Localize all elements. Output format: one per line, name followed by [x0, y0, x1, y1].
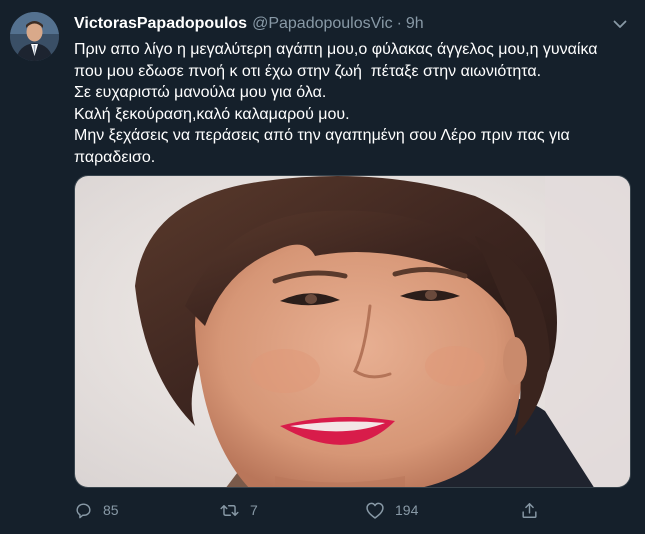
timestamp[interactable]: 9h — [406, 15, 424, 33]
retweet-icon — [220, 504, 239, 516]
tweet-text-line: Μην ξεχάσεις να περάσεις από την αγαπημέ… — [74, 127, 570, 144]
tweet-actions: 85 7 194 — [74, 498, 544, 522]
reply-count: 85 — [103, 502, 119, 518]
retweet-button[interactable]: 7 — [219, 501, 258, 520]
share-button[interactable] — [520, 501, 539, 520]
tweet-text: Πριν απο λίγο η μεγαλύτερη αγάπη μου,ο φ… — [74, 39, 634, 168]
tweet-text-line: παραδεισο. — [74, 148, 156, 166]
share-icon — [522, 502, 537, 518]
reply-icon — [76, 502, 91, 518]
tweet-text-line: Καλή ξεκούραση,καλό καλαμαρού μου. — [74, 105, 350, 123]
avatar[interactable] — [10, 12, 59, 61]
portrait-photo — [75, 176, 630, 487]
like-button[interactable]: 194 — [365, 501, 418, 520]
display-name[interactable]: VictorasPapadopoulos — [74, 15, 247, 33]
tweet-header: VictorasPapadopoulos @PapadopoulosVic · … — [74, 13, 605, 35]
like-count: 194 — [395, 502, 419, 518]
tweet: VictorasPapadopoulos @PapadopoulosVic · … — [0, 0, 645, 534]
heart-icon — [366, 502, 384, 519]
retweet-count: 7 — [250, 502, 258, 518]
header-separator: · — [396, 15, 402, 32]
avatar-image — [10, 12, 59, 61]
more-options-button[interactable] — [609, 13, 631, 35]
reply-button[interactable]: 85 — [74, 501, 119, 520]
tweet-photo[interactable] — [74, 175, 631, 488]
tweet-text-line: Σε ευχαριστώ μανούλα μου για όλα. — [74, 84, 327, 101]
tweet-text-line: που μου εδωσε πνοή κ οτι έχω στην ζωή πέ… — [74, 62, 542, 80]
chevron-down-icon — [613, 20, 627, 28]
tweet-text-line: Πριν απο λίγο η μεγαλύτερη αγάπη μου,ο φ… — [74, 41, 598, 58]
user-handle[interactable]: @PapadopoulosVic — [252, 15, 393, 33]
